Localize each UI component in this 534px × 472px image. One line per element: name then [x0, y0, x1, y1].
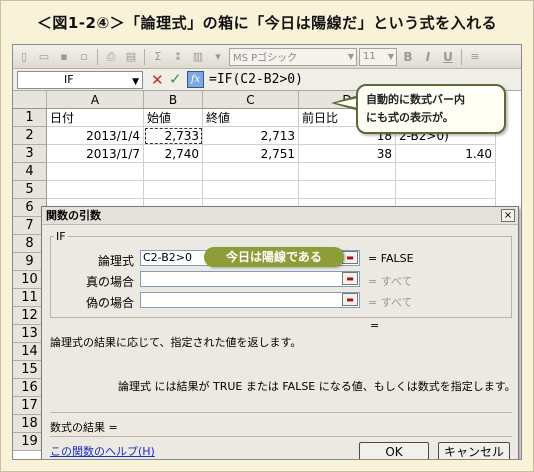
- table-cell[interactable]: 2,733: [144, 127, 203, 145]
- figure-caption: ＜図1-2④＞「論理式」の箱に「今日は陽線だ」という式を入れる: [36, 14, 498, 32]
- formula-result-label: 数式の結果 =: [50, 421, 118, 434]
- separator: [50, 412, 512, 413]
- argument-label: 真の場合: [85, 275, 134, 289]
- table-cell[interactable]: 終値: [203, 109, 299, 127]
- row-header[interactable]: 3: [13, 145, 47, 163]
- table-cell[interactable]: [144, 181, 203, 199]
- tooltip-bubble: 今日は陽線である: [204, 247, 344, 267]
- name-box[interactable]: IF ▼: [17, 71, 143, 89]
- save-icon[interactable]: ▪: [55, 48, 73, 66]
- row-header[interactable]: 5: [13, 181, 47, 199]
- chevron-down-icon: ▼: [132, 77, 139, 87]
- autosum-icon[interactable]: Σ: [149, 48, 167, 66]
- ok-button[interactable]: OK: [359, 442, 429, 459]
- callout-line: にも式の表示が。: [366, 111, 454, 124]
- chevron-down-icon: ▼: [347, 51, 354, 61]
- font-name-value: MS Pゴシック: [233, 53, 298, 64]
- column-header[interactable]: C: [203, 91, 299, 109]
- close-icon[interactable]: ×: [501, 209, 515, 222]
- underline-button[interactable]: U: [439, 48, 457, 66]
- table-cell[interactable]: 1.40: [396, 145, 496, 163]
- table-cell[interactable]: 2,740: [144, 145, 203, 163]
- column-header[interactable]: A: [47, 91, 144, 109]
- name-box-value: IF: [64, 73, 74, 86]
- table-cell[interactable]: [203, 181, 299, 199]
- callout-line: 自動的に数式バー内: [366, 93, 465, 106]
- argument-label: 偽の場合: [85, 296, 134, 310]
- new-file-icon[interactable]: ▯: [15, 48, 33, 66]
- function-help-link[interactable]: この関数のヘルプ(H): [50, 443, 155, 459]
- table-cell[interactable]: [203, 163, 299, 181]
- argument-result: = すべて: [368, 275, 413, 288]
- argument-result: = FALSE: [368, 252, 414, 265]
- font-name-select[interactable]: MS Pゴシック ▼: [229, 47, 357, 66]
- table-cell[interactable]: [47, 163, 144, 181]
- row-header[interactable]: 4: [13, 163, 47, 181]
- toolbar-separator: [144, 48, 145, 65]
- dialog-title: 関数の引数: [42, 207, 518, 225]
- cancel-entry-icon[interactable]: ✕: [151, 71, 164, 89]
- table-cell[interactable]: 2,751: [203, 145, 299, 163]
- table-cell[interactable]: [47, 181, 144, 199]
- print-icon[interactable]: ⎙: [102, 48, 120, 66]
- function-result-equals: =: [370, 319, 380, 332]
- chart-icon[interactable]: ▥: [189, 48, 207, 66]
- table-cell[interactable]: 始値: [144, 109, 203, 127]
- table-cell[interactable]: 日付: [47, 109, 144, 127]
- italic-button[interactable]: I: [419, 48, 437, 66]
- annotation-callout: 自動的に数式バー内 にも式の表示が。: [356, 84, 506, 134]
- table-cell[interactable]: 38: [299, 145, 396, 163]
- paste-icon[interactable]: ▤: [122, 48, 140, 66]
- value-if-false-input[interactable]: [140, 292, 360, 308]
- collapse-dialog-icon[interactable]: ▬: [342, 293, 358, 306]
- font-size-select[interactable]: 11 ▼: [359, 47, 397, 66]
- align-left-icon[interactable]: ≡: [466, 48, 484, 66]
- table-cell[interactable]: [144, 163, 203, 181]
- function-description: 論理式の結果に応じて、指定された値を返します。: [50, 336, 302, 349]
- sort-icon[interactable]: ↕: [169, 48, 187, 66]
- cancel-button[interactable]: キャンセル: [438, 442, 510, 459]
- callout-pointer-fill: [336, 98, 358, 108]
- formula-input[interactable]: =IF(C2-B2>0): [209, 72, 303, 87]
- toolbar-separator: [97, 48, 98, 65]
- table-cell[interactable]: [299, 163, 396, 181]
- toolbar-options-icon[interactable]: ▾: [209, 48, 227, 66]
- open-folder-icon[interactable]: ▭: [35, 48, 53, 66]
- table-cell[interactable]: [396, 181, 496, 199]
- standard-toolbar: ▯ ▭ ▪ ▫ ⎙ ▤ Σ ↕ ▥ ▾ MS Pゴシック ▼ 11 ▼ B I …: [13, 45, 521, 69]
- excel-screenshot: ▯ ▭ ▪ ▫ ⎙ ▤ Σ ↕ ▥ ▾ MS Pゴシック ▼ 11 ▼ B I …: [12, 44, 522, 460]
- value-if-true-input[interactable]: [140, 271, 360, 287]
- row-header[interactable]: 2: [13, 127, 47, 145]
- row-header[interactable]: 1: [13, 109, 47, 127]
- argument-result: = すべて: [368, 296, 413, 309]
- table-cell[interactable]: [299, 181, 396, 199]
- bold-button[interactable]: B: [399, 48, 417, 66]
- select-all-corner[interactable]: [13, 91, 47, 109]
- argument-row-value-if-false: 偽の場合 ▬ = すべて: [42, 292, 512, 310]
- enter-entry-icon[interactable]: ✓: [169, 70, 182, 88]
- table-cell[interactable]: [396, 163, 496, 181]
- collapse-dialog-icon[interactable]: ▬: [342, 251, 358, 264]
- column-header[interactable]: B: [144, 91, 203, 109]
- collapse-dialog-icon[interactable]: ▬: [342, 272, 358, 285]
- insert-function-button[interactable]: fx: [187, 71, 204, 88]
- table-cell[interactable]: 2,713: [203, 127, 299, 145]
- toolbar-separator: [461, 48, 462, 65]
- argument-help-text: 論理式 には結果が TRUE または FALSE になる値、もしくは数式を指定し…: [118, 380, 516, 393]
- separator: [50, 436, 512, 437]
- table-cell[interactable]: 2013/1/7: [47, 145, 144, 163]
- font-size-value: 11: [363, 51, 376, 62]
- argument-row-value-if-true: 真の場合 ▬ = すべて: [42, 271, 512, 289]
- function-name-legend: IF: [54, 230, 68, 243]
- function-arguments-dialog: 関数の引数 × IF 論理式 C2-B2>0 ▬ = FALSE 真の場合 ▬ …: [41, 206, 519, 459]
- chevron-down-icon: ▼: [387, 51, 394, 61]
- argument-label: 論理式: [97, 254, 134, 268]
- table-cell[interactable]: 2013/1/4: [47, 127, 144, 145]
- permission-icon[interactable]: ▫: [75, 48, 93, 66]
